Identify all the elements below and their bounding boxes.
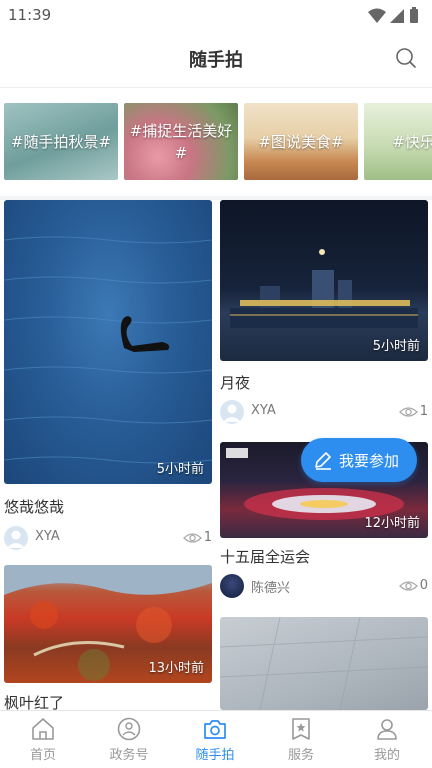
card-title: 悠哉悠哉	[4, 498, 65, 516]
topic-card[interactable]: #图说美食#	[244, 103, 358, 180]
tab-bar: 首页 政务号 随手拍 服务 我的	[0, 710, 432, 768]
time-tag: 5小时前	[372, 339, 420, 354]
card-title: 枫叶红了	[4, 694, 65, 710]
author-name: 陈德兴	[251, 581, 291, 596]
gov-icon	[117, 717, 141, 741]
topic-label: #快乐童	[392, 132, 432, 151]
topic-label: #图说美食#	[258, 132, 344, 151]
feed-card[interactable]: 5小时前 月夜 XYA 1	[220, 200, 428, 426]
topic-card[interactable]: #随手拍秋景#	[4, 103, 118, 180]
user-icon	[377, 719, 397, 740]
user-icon	[7, 530, 25, 548]
tab-label: 首页	[29, 748, 56, 763]
view-counter: 0	[392, 578, 428, 594]
tab-service[interactable]: 服务	[258, 711, 344, 768]
topic-card[interactable]: #快乐童	[364, 103, 432, 180]
pavement-image	[220, 617, 428, 710]
author-row: XYA 1	[4, 526, 212, 550]
join-button-label: 我要参加	[339, 452, 400, 470]
topic-label: #随手拍秋景#	[10, 132, 112, 151]
eye-icon	[399, 581, 418, 591]
feed-card[interactable]: 5小时前 悠哉悠哉 XYA 1	[4, 200, 212, 552]
tab-label: 服务	[287, 748, 314, 763]
battery-icon	[410, 9, 418, 23]
view-counter: 1	[176, 530, 212, 546]
service-icon	[292, 718, 310, 740]
tab-profile[interactable]: 我的	[344, 711, 430, 768]
topic-label: #捕捉生活美好#	[129, 121, 233, 162]
photo-feed: 5小时前 悠哉悠哉 XYA 1 5小时前 月夜 XYA 1 12小时前 十五届全…	[0, 196, 432, 710]
status-time: 11:39	[8, 6, 52, 24]
user-icon	[223, 404, 241, 422]
time-tag: 13小时前	[148, 661, 204, 676]
card-photo: 13小时前	[4, 565, 212, 683]
eye-icon	[183, 533, 202, 543]
topic-strip: #随手拍秋景# #捕捉生活美好# #图说美食# #快乐童	[0, 88, 432, 196]
avatar[interactable]	[220, 400, 244, 424]
tab-label: 政务号	[109, 748, 149, 763]
card-photo: 5小时前	[220, 200, 428, 361]
author-row: 陈德兴 0	[220, 574, 428, 598]
author-row: XYA 1	[220, 400, 428, 424]
camera-icon	[204, 720, 226, 739]
feed-card[interactable]	[220, 617, 428, 710]
card-title: 月夜	[220, 374, 251, 392]
home-icon	[32, 718, 54, 740]
swan-image	[4, 236, 212, 464]
app-header: 随手拍	[0, 30, 432, 88]
wifi-icon	[368, 8, 386, 23]
avatar[interactable]	[4, 526, 28, 550]
view-count: 0	[419, 578, 428, 593]
join-button[interactable]: 我要参加	[301, 438, 417, 482]
time-tag: 12小时前	[364, 516, 420, 531]
feed-card[interactable]: 13小时前 枫叶红了	[4, 565, 212, 710]
author-name: XYA	[251, 403, 276, 418]
tab-snapshot[interactable]: 随手拍	[172, 711, 258, 768]
tab-label: 随手拍	[195, 748, 235, 763]
view-count: 1	[203, 530, 212, 545]
tab-gov[interactable]: 政务号	[86, 711, 172, 768]
page-title: 随手拍	[189, 50, 243, 71]
tab-label: 我的	[373, 748, 400, 763]
time-tag: 5小时前	[156, 462, 204, 477]
card-title: 十五届全运会	[220, 548, 311, 566]
author-name: XYA	[35, 529, 60, 544]
view-count: 1	[419, 404, 428, 419]
avatar[interactable]	[220, 574, 244, 598]
eye-icon	[399, 407, 418, 417]
card-photo: 5小时前	[4, 200, 212, 484]
status-bar: 11:39	[0, 0, 432, 30]
status-icons	[368, 7, 418, 23]
tab-home[interactable]: 首页	[0, 711, 86, 768]
topic-card[interactable]: #捕捉生活美好#	[124, 103, 238, 180]
search-icon[interactable]	[394, 46, 418, 70]
view-counter: 1	[392, 404, 428, 420]
card-photo	[220, 617, 428, 710]
signal-icon	[390, 9, 404, 23]
edit-icon	[315, 452, 331, 470]
